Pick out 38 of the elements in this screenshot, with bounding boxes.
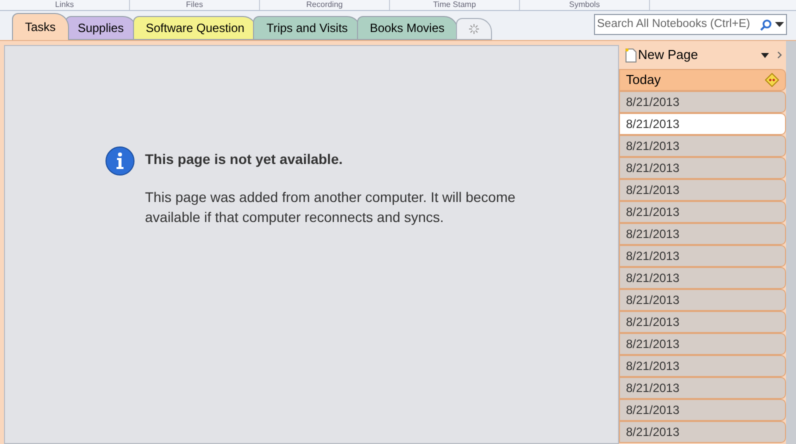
ribbon-group-label: Links (55, 0, 74, 10)
search-field[interactable]: Search All Notebooks (Ctrl+E) (594, 14, 787, 35)
page-list-item[interactable]: 8/21/2013 (619, 421, 786, 443)
page-list-item[interactable]: 8/21/2013 (619, 157, 786, 179)
page-list-item[interactable]: 8/21/2013 (619, 311, 786, 333)
dropdown-arrow-icon (775, 22, 784, 28)
page-list-item[interactable]: 8/21/2013 (619, 399, 786, 421)
new-page-button[interactable]: New Page (625, 45, 698, 65)
page-list-item[interactable]: 8/21/2013 (619, 333, 786, 355)
section-tab[interactable]: Books Movies (356, 16, 458, 40)
message-body: This page was added from another computer. It will become available if that computer reconnects and syncs. (145, 188, 516, 227)
search-icon (760, 18, 772, 30)
message-title: This page is not yet available. (145, 150, 344, 169)
page-group-header[interactable]: Today (619, 69, 786, 91)
ribbon-group-label: Recording (306, 0, 343, 10)
page-list-item[interactable]: 8/21/2013 (619, 355, 786, 377)
page-list-item[interactable]: 8/21/2013 (619, 377, 786, 399)
section-tab[interactable]: Tasks (12, 13, 69, 40)
page-list-item[interactable]: 8/21/2013 (619, 91, 786, 113)
diamond-icon (765, 73, 779, 87)
page-group-label: Today (626, 71, 662, 90)
page-list-item[interactable]: 8/21/2013 (619, 113, 786, 135)
ribbon-group-label: Files (186, 0, 203, 10)
page-list-item[interactable]: 8/21/2013 (619, 267, 786, 289)
info-icon (105, 146, 135, 176)
page-list-item[interactable]: 8/21/2013 (619, 201, 786, 223)
page-list-item[interactable]: 8/21/2013 (619, 223, 786, 245)
sparkle-icon (468, 24, 479, 34)
chevron-right-icon (777, 51, 782, 59)
document-icon (625, 48, 637, 62)
new-section-tab[interactable] (456, 18, 492, 40)
ribbon-group-label: Symbols (569, 0, 600, 10)
dropdown-arrow-icon (761, 52, 769, 58)
page-list-item[interactable]: 8/21/2013 (619, 135, 786, 157)
page-list-item[interactable]: 8/21/2013 (619, 245, 786, 267)
page-list-item[interactable]: 8/21/2013 (619, 179, 786, 201)
ribbon-group-label: Time Stamp (433, 0, 476, 10)
page-list-item[interactable]: 8/21/2013 (619, 289, 786, 311)
